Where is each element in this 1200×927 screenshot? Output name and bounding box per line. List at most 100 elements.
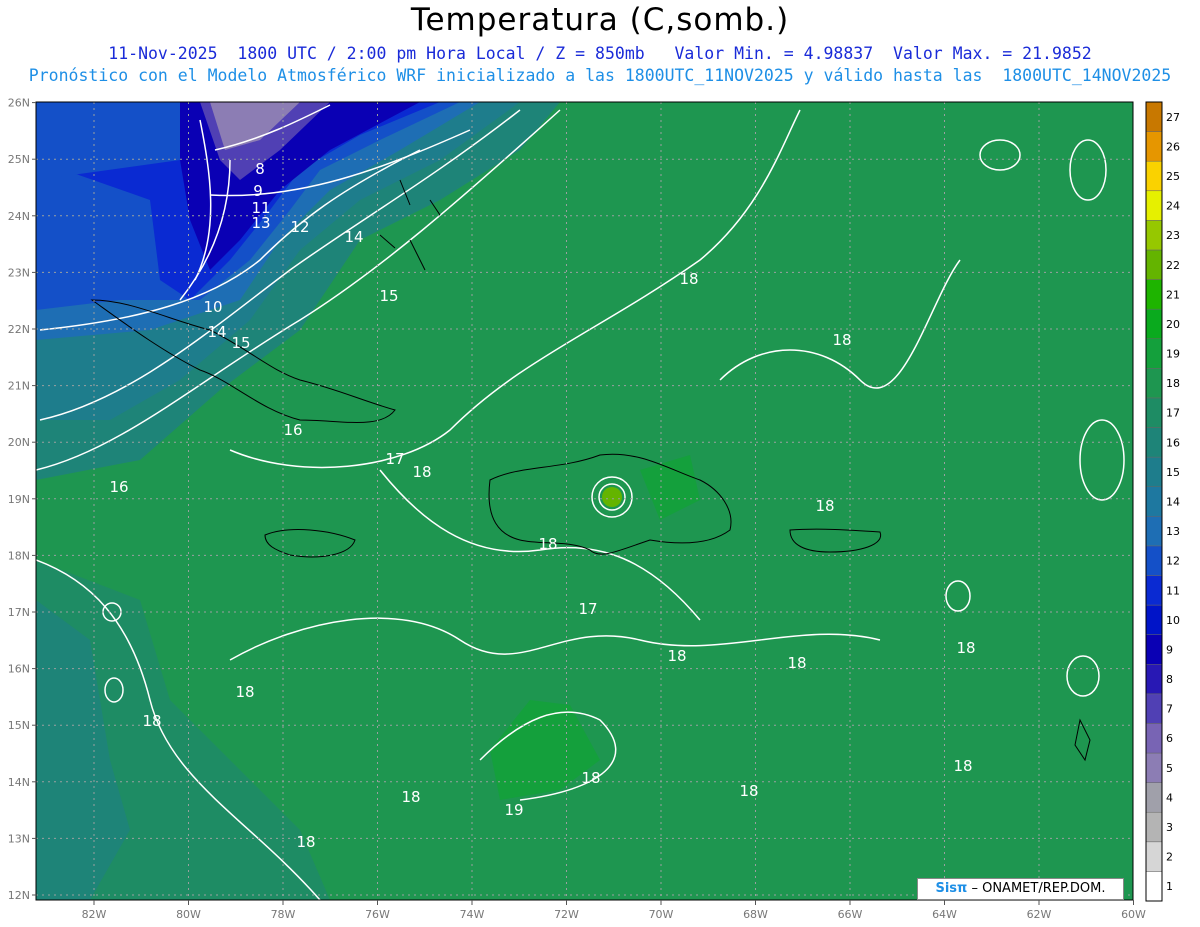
colorbar-swatch xyxy=(1145,575,1163,606)
colorbar-label: 19 xyxy=(1166,348,1180,361)
colorbar-label: 20 xyxy=(1166,318,1180,331)
contour-label: 18 xyxy=(235,683,254,701)
colorbar-label: 4 xyxy=(1166,791,1173,804)
contour-label: 10 xyxy=(203,298,222,316)
colorbar-label: 14 xyxy=(1166,496,1180,509)
contour-label: 18 xyxy=(956,639,975,657)
lat-label: 16N xyxy=(8,663,30,676)
sispi-logo: Sisπ xyxy=(935,881,968,896)
contour-label: 16 xyxy=(283,421,302,439)
contour-label: 12 xyxy=(290,218,309,236)
colorbar-swatch xyxy=(1145,249,1163,280)
colorbar-label: 10 xyxy=(1166,614,1180,627)
colorbar-swatch xyxy=(1145,545,1163,576)
contour-label: 18 xyxy=(679,270,698,288)
contour-label: 18 xyxy=(815,497,834,515)
contour-label: 18 xyxy=(296,833,315,851)
colorbar-label: 11 xyxy=(1166,584,1180,597)
colorbar-swatch xyxy=(1145,752,1163,783)
colorbar-swatch xyxy=(1145,131,1163,162)
credit-badge: Sisπ – ONAMET/REP.DOM. xyxy=(917,878,1124,900)
colorbar-swatch xyxy=(1145,160,1163,192)
colorbar-label: 5 xyxy=(1166,762,1173,775)
contour-label: 15 xyxy=(231,334,250,352)
contour-label: 19 xyxy=(504,801,523,819)
colorbar-label: 27 xyxy=(1166,111,1180,124)
lon-label: 62W xyxy=(1027,908,1052,921)
colorbar-swatch xyxy=(1145,190,1163,221)
colorbar-swatch xyxy=(1145,486,1163,517)
lat-label: 12N xyxy=(8,889,30,902)
contour-label: 18 xyxy=(787,654,806,672)
lon-label: 76W xyxy=(365,908,390,921)
lon-label: 82W xyxy=(82,908,107,921)
lon-label: 64W xyxy=(932,908,957,921)
lon-label: 60W xyxy=(1121,908,1146,921)
lon-label: 80W xyxy=(176,908,201,921)
colorbar-swatch xyxy=(1145,664,1163,695)
colorbar-label: 3 xyxy=(1166,821,1173,834)
colorbar-swatch xyxy=(1145,220,1163,251)
colorbar-swatch xyxy=(1145,279,1163,310)
field-21-peak xyxy=(602,487,622,507)
colorbar-label: 18 xyxy=(1166,377,1180,390)
colorbar-label: 12 xyxy=(1166,555,1180,568)
colorbar-label: 13 xyxy=(1166,525,1180,538)
contour-label: 18 xyxy=(739,782,758,800)
colorbar-swatch xyxy=(1145,811,1163,843)
colorbar: 1234567891011121314151617181920212223242… xyxy=(1145,101,1180,902)
contour-label: 18 xyxy=(832,331,851,349)
colorbar-label: 16 xyxy=(1166,436,1180,449)
colorbar-swatch xyxy=(1145,693,1163,724)
lat-label: 13N xyxy=(8,832,30,845)
lon-label: 66W xyxy=(838,908,863,921)
lat-axis: 12N 13N 14N 15N 16N 17N 18N 19N 20N 21N 22N 23N 24N 2… xyxy=(8,97,36,902)
contour-label: 15 xyxy=(379,287,398,305)
lat-label: 14N xyxy=(8,776,30,789)
contour-label: 13 xyxy=(251,214,270,232)
colorbar-swatch xyxy=(1145,397,1163,428)
contour-label: 18 xyxy=(412,463,431,481)
colorbar-swatch xyxy=(1145,871,1163,902)
colorbar-label: 1 xyxy=(1166,880,1173,893)
colorbar-label: 26 xyxy=(1166,140,1180,153)
lon-label: 70W xyxy=(649,908,674,921)
lat-label: 20N xyxy=(8,436,30,449)
colorbar-swatch xyxy=(1145,308,1163,339)
lon-axis: 82W 80W 78W 76W 74W 72W 70W 68W 66W 64W 62W 60W xyxy=(82,900,1146,921)
lon-label: 78W xyxy=(271,908,296,921)
credit-text: – ONAMET/REP.DOM. xyxy=(971,881,1106,896)
lat-label: 24N xyxy=(8,210,30,223)
colorbar-label: 6 xyxy=(1166,732,1173,745)
colorbar-label: 7 xyxy=(1166,703,1173,716)
lon-label: 68W xyxy=(743,908,768,921)
temperature-map: 891113 12141014151516171816181818181718 18… xyxy=(8,97,1180,921)
colorbar-swatch xyxy=(1145,723,1163,754)
contour-label: 18 xyxy=(401,788,420,806)
contour-label: 18 xyxy=(581,769,600,787)
colorbar-label: 24 xyxy=(1166,200,1180,213)
contour-label: 14 xyxy=(207,323,226,341)
contour-label: 14 xyxy=(344,228,363,246)
colorbar-swatch xyxy=(1145,782,1163,813)
lat-label: 17N xyxy=(8,606,30,619)
lon-label: 72W xyxy=(554,908,579,921)
lat-label: 25N xyxy=(8,153,30,166)
colorbar-swatch xyxy=(1145,427,1163,458)
contour-label: 17 xyxy=(578,600,597,618)
colorbar-swatch xyxy=(1145,101,1163,132)
contour-label: 18 xyxy=(953,757,972,775)
colorbar-label: 23 xyxy=(1166,229,1180,242)
contour-label: 17 xyxy=(385,450,404,468)
contour-label: 16 xyxy=(109,478,128,496)
lon-label: 74W xyxy=(460,908,485,921)
contour-label: 9 xyxy=(253,182,263,200)
colorbar-label: 2 xyxy=(1166,851,1173,864)
colorbar-swatch xyxy=(1145,368,1163,399)
colorbar-swatch xyxy=(1145,841,1163,872)
colorbar-label: 21 xyxy=(1166,288,1180,301)
lat-label: 15N xyxy=(8,719,30,732)
colorbar-label: 15 xyxy=(1166,466,1180,479)
colorbar-label: 17 xyxy=(1166,407,1180,420)
contour-label: 18 xyxy=(538,535,557,553)
